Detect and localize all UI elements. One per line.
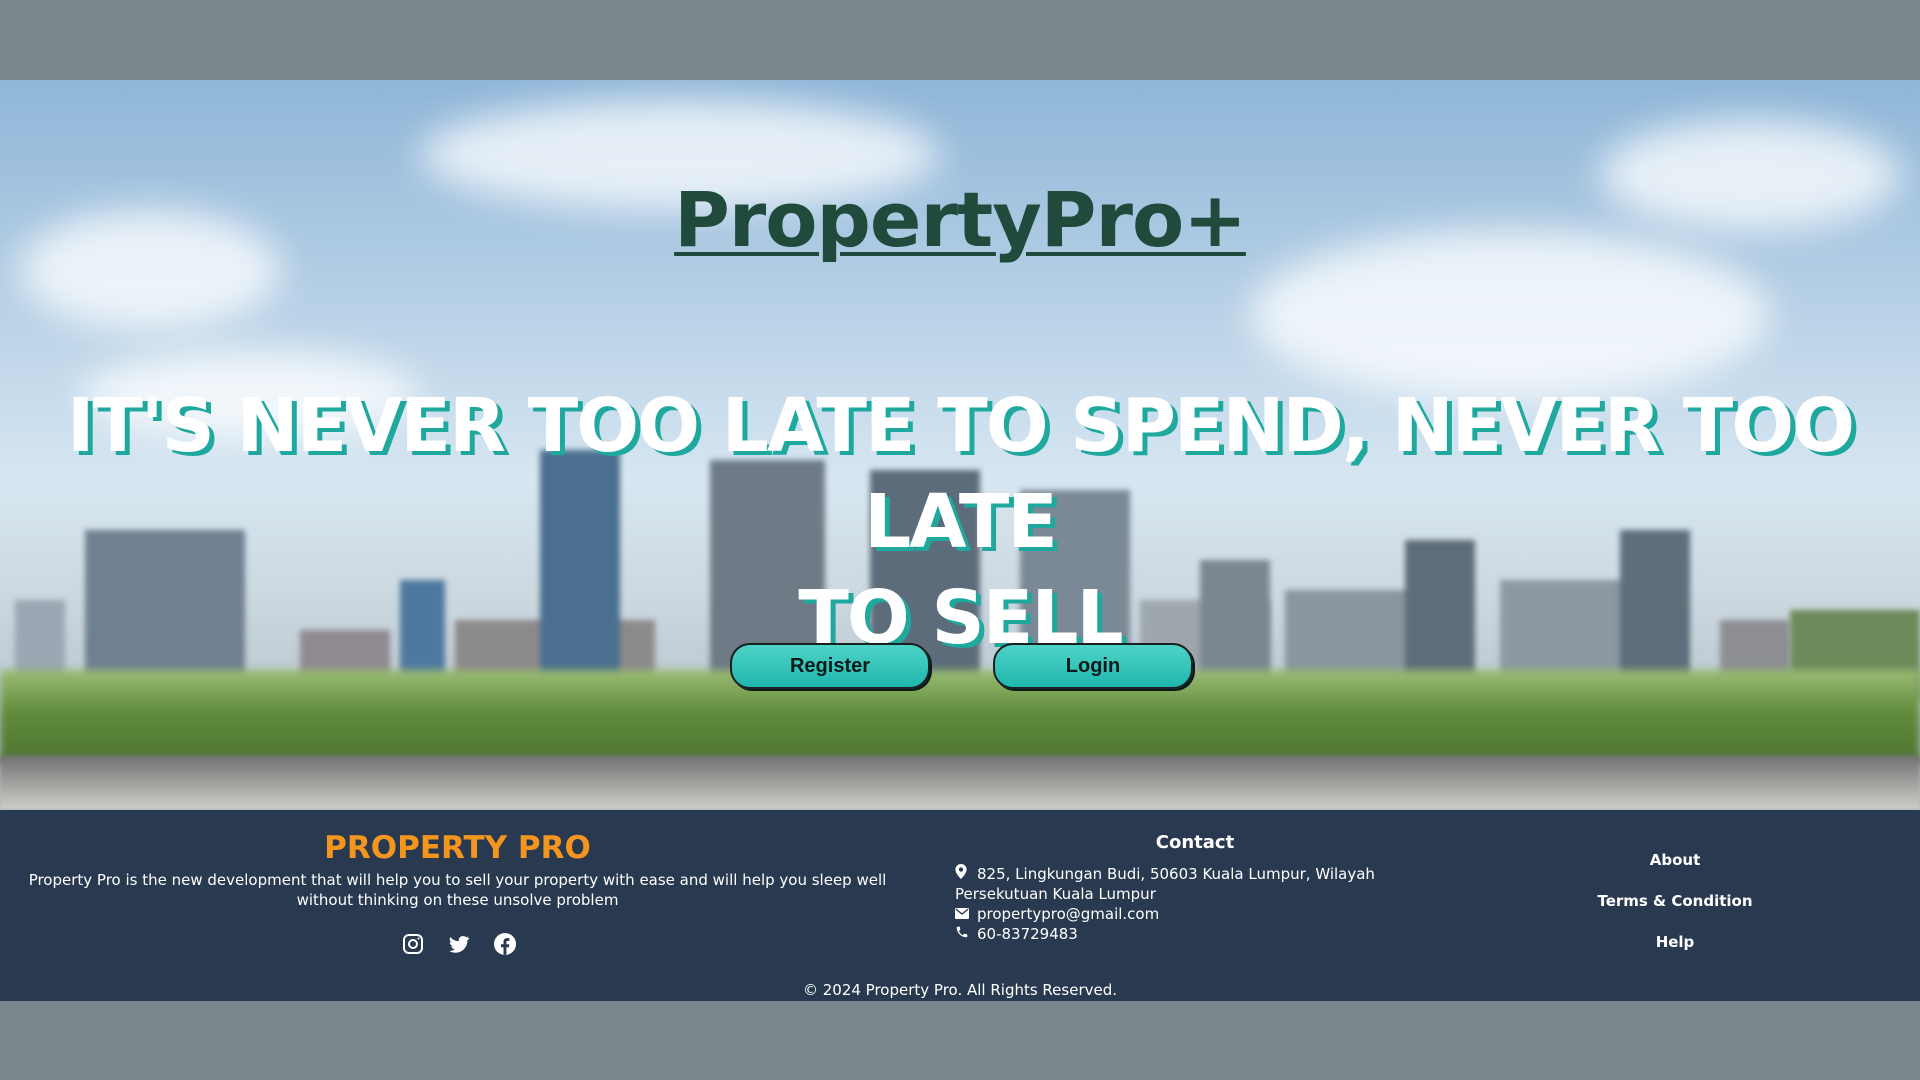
footer: PROPERTY PRO Property Pro is the new dev… <box>0 810 1920 1001</box>
contact-email[interactable]: propertypro@gmail.com <box>955 904 1159 924</box>
footer-description: Property Pro is the new development that… <box>28 871 887 909</box>
login-button[interactable]: Login <box>993 643 1193 689</box>
footer-brand: PROPERTY PRO <box>324 830 591 866</box>
social-links <box>400 931 518 957</box>
location-pin-icon <box>955 864 971 884</box>
headline-line: TO SELL <box>798 575 1123 661</box>
contact-email-text: propertypro@gmail.com <box>977 905 1160 923</box>
twitter-icon[interactable] <box>446 931 472 957</box>
footer-link-terms[interactable]: Terms & Condition <box>1560 891 1790 932</box>
phone-icon <box>955 924 971 944</box>
facebook-icon[interactable] <box>492 931 518 957</box>
road-decoration <box>0 755 1920 810</box>
grass-decoration <box>0 670 1920 765</box>
hero-section: PropertyPro+ IT'S NEVER TOO LATE TO SPEN… <box>0 80 1920 810</box>
contact-title: Contact <box>1155 832 1235 853</box>
site-logo[interactable]: PropertyPro+ <box>0 175 1920 264</box>
copyright: © 2024 Property Pro. All Rights Reserved… <box>802 981 1118 999</box>
page: PropertyPro+ IT'S NEVER TOO LATE TO SPEN… <box>0 80 1920 1001</box>
hero-headline: IT'S NEVER TOO LATE TO SPEND, NEVER TOO … <box>20 378 1900 666</box>
mail-icon <box>955 904 971 924</box>
contact-phone-text: 60-83729483 <box>977 925 1078 943</box>
footer-link-help[interactable]: Help <box>1560 932 1790 973</box>
instagram-icon[interactable] <box>400 931 426 957</box>
contact-address-text: 825, Lingkungan Budi, 50603 Kuala Lumpur… <box>955 865 1375 903</box>
footer-link-about[interactable]: About <box>1560 850 1790 891</box>
contact-address: 825, Lingkungan Budi, 50603 Kuala Lumpur… <box>955 864 1385 904</box>
contact-phone[interactable]: 60-83729483 <box>955 924 1078 944</box>
headline-line: IT'S NEVER TOO LATE TO SPEND, NEVER TOO … <box>66 383 1855 565</box>
footer-links: About Terms & Condition Help <box>1560 850 1790 973</box>
register-button[interactable]: Register <box>730 643 930 689</box>
